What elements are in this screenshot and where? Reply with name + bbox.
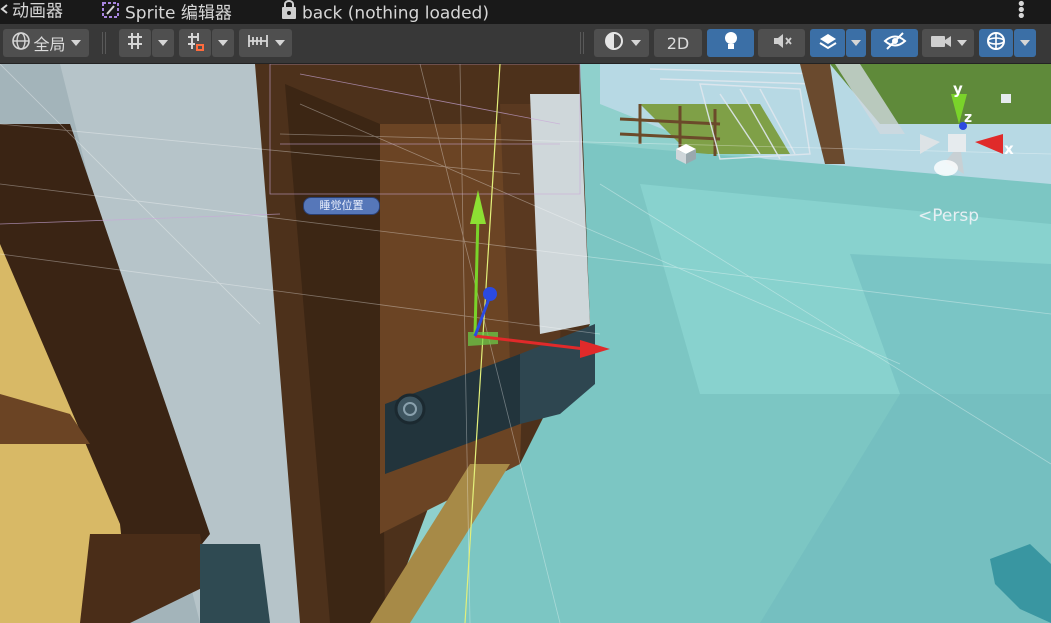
toolbar-divider — [580, 32, 584, 54]
pivot-mode-dropdown[interactable]: 全局 — [3, 29, 89, 57]
chevron-down-icon — [630, 40, 641, 46]
increment-snap-button[interactable] — [179, 29, 211, 57]
scene-render — [0, 64, 1051, 623]
grid-snap-button[interactable] — [119, 29, 151, 57]
view-2d-button[interactable]: 2D — [654, 29, 702, 57]
chevron-down-icon — [1020, 40, 1030, 46]
tab-animator[interactable]: 动画器 — [0, 0, 63, 24]
audio-mute-icon — [771, 31, 793, 55]
effects-icon — [817, 31, 839, 55]
effects-toggle[interactable] — [810, 29, 845, 57]
scene-visibility-icon — [883, 31, 907, 55]
tab-sprite-editor[interactable]: Sprite 编辑器 — [101, 0, 232, 24]
grid-snap-icon — [125, 31, 145, 55]
view-2d-label: 2D — [666, 33, 690, 53]
chevron-down-icon — [70, 40, 81, 46]
scene-toolbar: 全局 2D — [0, 24, 1051, 64]
tab-animator-label: 动画器 — [12, 1, 63, 22]
chevron-down-icon — [956, 40, 967, 46]
projection-label[interactable]: <Persp — [918, 206, 979, 226]
grid-snap-dropdown[interactable] — [152, 29, 174, 57]
lock-icon — [280, 0, 298, 27]
lock-icon[interactable] — [1001, 94, 1011, 103]
chevron-down-icon — [218, 40, 228, 46]
projection-text: Persp — [932, 206, 979, 226]
camera-dropdown[interactable] — [922, 29, 974, 57]
sprite-editor-icon — [101, 0, 121, 27]
globe-icon — [11, 31, 31, 55]
gizmos-icon — [985, 30, 1007, 56]
chevron-down-icon — [274, 40, 285, 46]
lighting-icon — [722, 30, 740, 56]
draw-mode-icon — [603, 30, 625, 56]
camera-icon — [930, 32, 952, 54]
tab-sprite-editor-label: Sprite 编辑器 — [125, 3, 232, 24]
editor-tab-bar: 动画器 Sprite 编辑器 back (nothing loaded) • • • — [0, 0, 1051, 26]
scene-visibility-toggle[interactable] — [871, 29, 918, 57]
gizmo-y-label: y — [953, 80, 963, 98]
more-options-icon[interactable]: • • • — [1016, 0, 1027, 26]
gizmos-dropdown[interactable] — [1014, 29, 1036, 57]
gizmos-toggle[interactable] — [979, 29, 1013, 57]
increment-snap-icon — [185, 31, 205, 55]
audio-toggle[interactable] — [758, 29, 805, 57]
toolbar-divider — [102, 32, 106, 54]
tab-back[interactable]: back (nothing loaded) — [280, 0, 489, 24]
ruler-icon — [247, 31, 269, 55]
pivot-mode-label: 全局 — [33, 35, 66, 54]
draw-mode-dropdown[interactable] — [594, 29, 649, 57]
gizmo-z-label: z — [964, 110, 973, 126]
effects-dropdown[interactable] — [846, 29, 866, 57]
animator-icon — [0, 0, 8, 23]
tab-back-label: back (nothing loaded) — [302, 3, 489, 24]
ruler-dropdown[interactable] — [239, 29, 292, 57]
lighting-toggle[interactable] — [707, 29, 754, 57]
chevron-down-icon — [158, 40, 168, 46]
object-label[interactable]: 睡觉位置 — [303, 197, 380, 215]
gizmo-x-label: x — [1004, 140, 1014, 158]
increment-snap-dropdown[interactable] — [212, 29, 234, 57]
scene-viewport[interactable]: 睡觉位置 <Persp y z x — [0, 64, 1051, 623]
chevron-down-icon — [851, 40, 861, 46]
